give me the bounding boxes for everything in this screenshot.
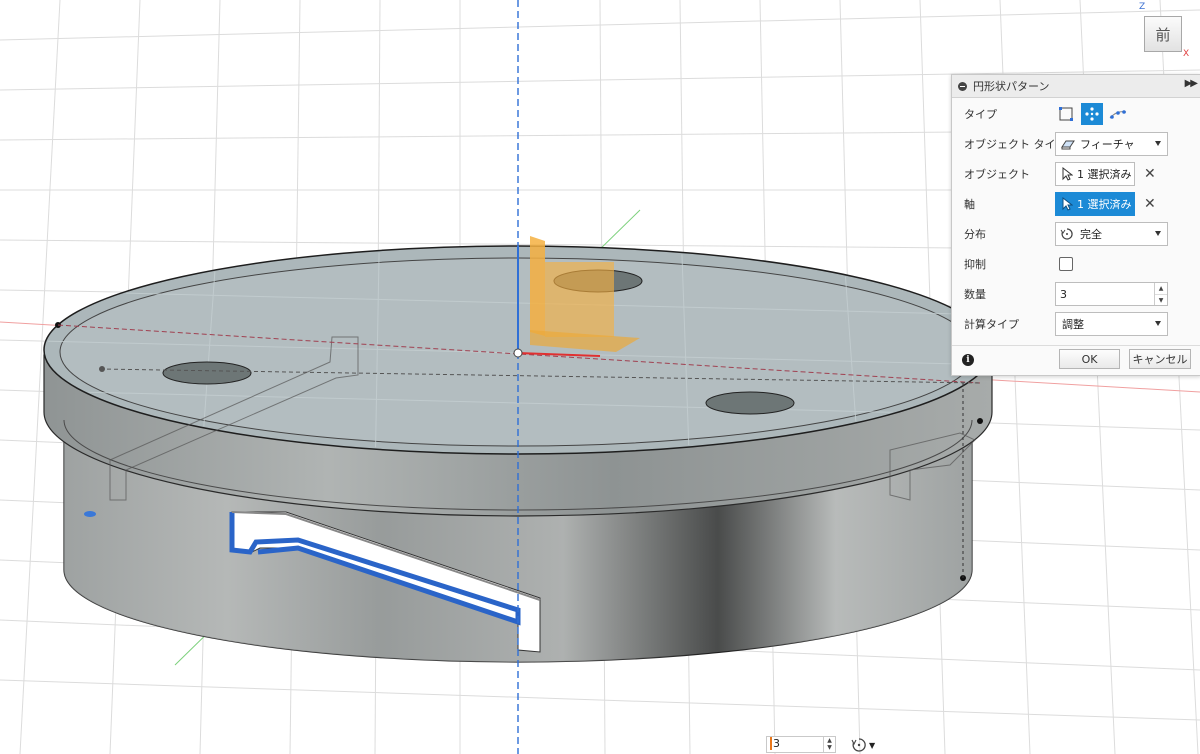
viewcube-x-label: X	[1183, 49, 1190, 59]
hole-left[interactable]	[162, 361, 252, 385]
distribution-value: 完全	[1080, 228, 1102, 241]
row-axis: 軸 1 選択済み ✕	[952, 189, 1200, 219]
rectangular-pattern-icon[interactable]	[1055, 103, 1077, 125]
cancel-button[interactable]: キャンセル	[1129, 349, 1191, 369]
path-pattern-icon[interactable]	[1107, 103, 1129, 125]
spin-icon[interactable]: ▲ ▼	[823, 737, 835, 752]
row-compute-type: 計算タイプ 調整	[952, 309, 1200, 339]
objects-label: オブジェクト	[964, 168, 1030, 181]
quantity-stepper[interactable]: 3 ▲ ▼	[1055, 282, 1168, 306]
origin-point[interactable]	[513, 348, 523, 358]
object-type-dropdown[interactable]: フィーチャ	[1055, 132, 1168, 156]
axis-select-button[interactable]: 1 選択済み	[1055, 192, 1135, 216]
chevron-down-icon: ▼	[869, 740, 876, 750]
row-objects: オブジェクト 1 選択済み ✕	[952, 159, 1200, 189]
type-label: タイプ	[964, 108, 997, 121]
viewcube-z-label: Z	[1139, 2, 1146, 12]
circular-pattern-icon[interactable]	[1081, 103, 1103, 125]
cursor-arrow-icon	[1061, 167, 1077, 181]
quantity-headsup-input[interactable]: 3 ▲ ▼	[766, 736, 836, 753]
cursor-arrow-icon	[1061, 197, 1077, 211]
compute-type-dropdown[interactable]: 調整	[1055, 312, 1168, 336]
quantity-value: 3	[1060, 287, 1067, 301]
heads-up-input: 3 ▲ ▼ ▼	[754, 734, 884, 754]
rotation-dropdown[interactable]: ▼	[851, 737, 883, 753]
axis-value: 1 選択済み	[1077, 198, 1132, 211]
clear-x-icon[interactable]: ✕	[1144, 196, 1156, 212]
row-quantity: 数量 3 ▲ ▼	[952, 279, 1200, 309]
quantity-label: 数量	[964, 288, 986, 301]
distribution-dropdown[interactable]: 完全	[1055, 222, 1168, 246]
circular-pattern-panel: 円形状パターン ▶▶ タイプ オブジェクト タイプ フィーチャ オブジェクト 1…	[951, 74, 1200, 376]
feature-icon	[1060, 137, 1078, 151]
row-distribution: 分布 完全	[952, 219, 1200, 249]
object-type-value: フィーチャ	[1080, 138, 1135, 151]
objects-value: 1 選択済み	[1077, 168, 1132, 181]
headsup-quantity-value: 3	[770, 737, 780, 750]
object-type-label: オブジェクト タイプ	[964, 138, 1067, 151]
viewcube-front-face[interactable]: 前	[1144, 16, 1182, 52]
spin-up-icon[interactable]: ▲	[1155, 283, 1167, 295]
spin-down-icon[interactable]: ▼	[1155, 295, 1167, 306]
clear-x-icon[interactable]: ✕	[1144, 166, 1156, 182]
panel-title: 円形状パターン	[973, 80, 1050, 93]
row-type: タイプ	[952, 99, 1200, 129]
chevron-down-icon	[1155, 231, 1161, 236]
compute-type-label: 計算タイプ	[964, 318, 1019, 331]
chevron-down-icon	[1155, 321, 1161, 326]
compute-type-value: 調整	[1062, 318, 1084, 331]
expand-icon[interactable]: ▶▶	[1185, 78, 1198, 89]
rotation-icon	[1060, 227, 1078, 241]
info-icon[interactable]: i	[962, 354, 974, 366]
viewcube[interactable]: Z 前 X	[1132, 2, 1194, 59]
suppress-label: 抑制	[964, 258, 986, 271]
collapse-icon[interactable]	[958, 81, 967, 91]
quantity-spin: ▲ ▼	[1154, 283, 1167, 305]
suppress-checkbox[interactable]	[1059, 257, 1073, 271]
row-suppress: 抑制	[952, 249, 1200, 279]
row-object-type: オブジェクト タイプ フィーチャ	[952, 129, 1200, 159]
axis-label: 軸	[964, 198, 975, 211]
panel-header: 円形状パターン ▶▶	[952, 75, 1200, 98]
chevron-down-icon	[1155, 141, 1161, 146]
ok-button[interactable]: OK	[1059, 349, 1120, 369]
hole-right[interactable]	[705, 391, 795, 415]
distribution-label: 分布	[964, 228, 986, 241]
objects-select-button[interactable]: 1 選択済み	[1055, 162, 1135, 186]
panel-footer: i OK キャンセル	[952, 345, 1200, 376]
